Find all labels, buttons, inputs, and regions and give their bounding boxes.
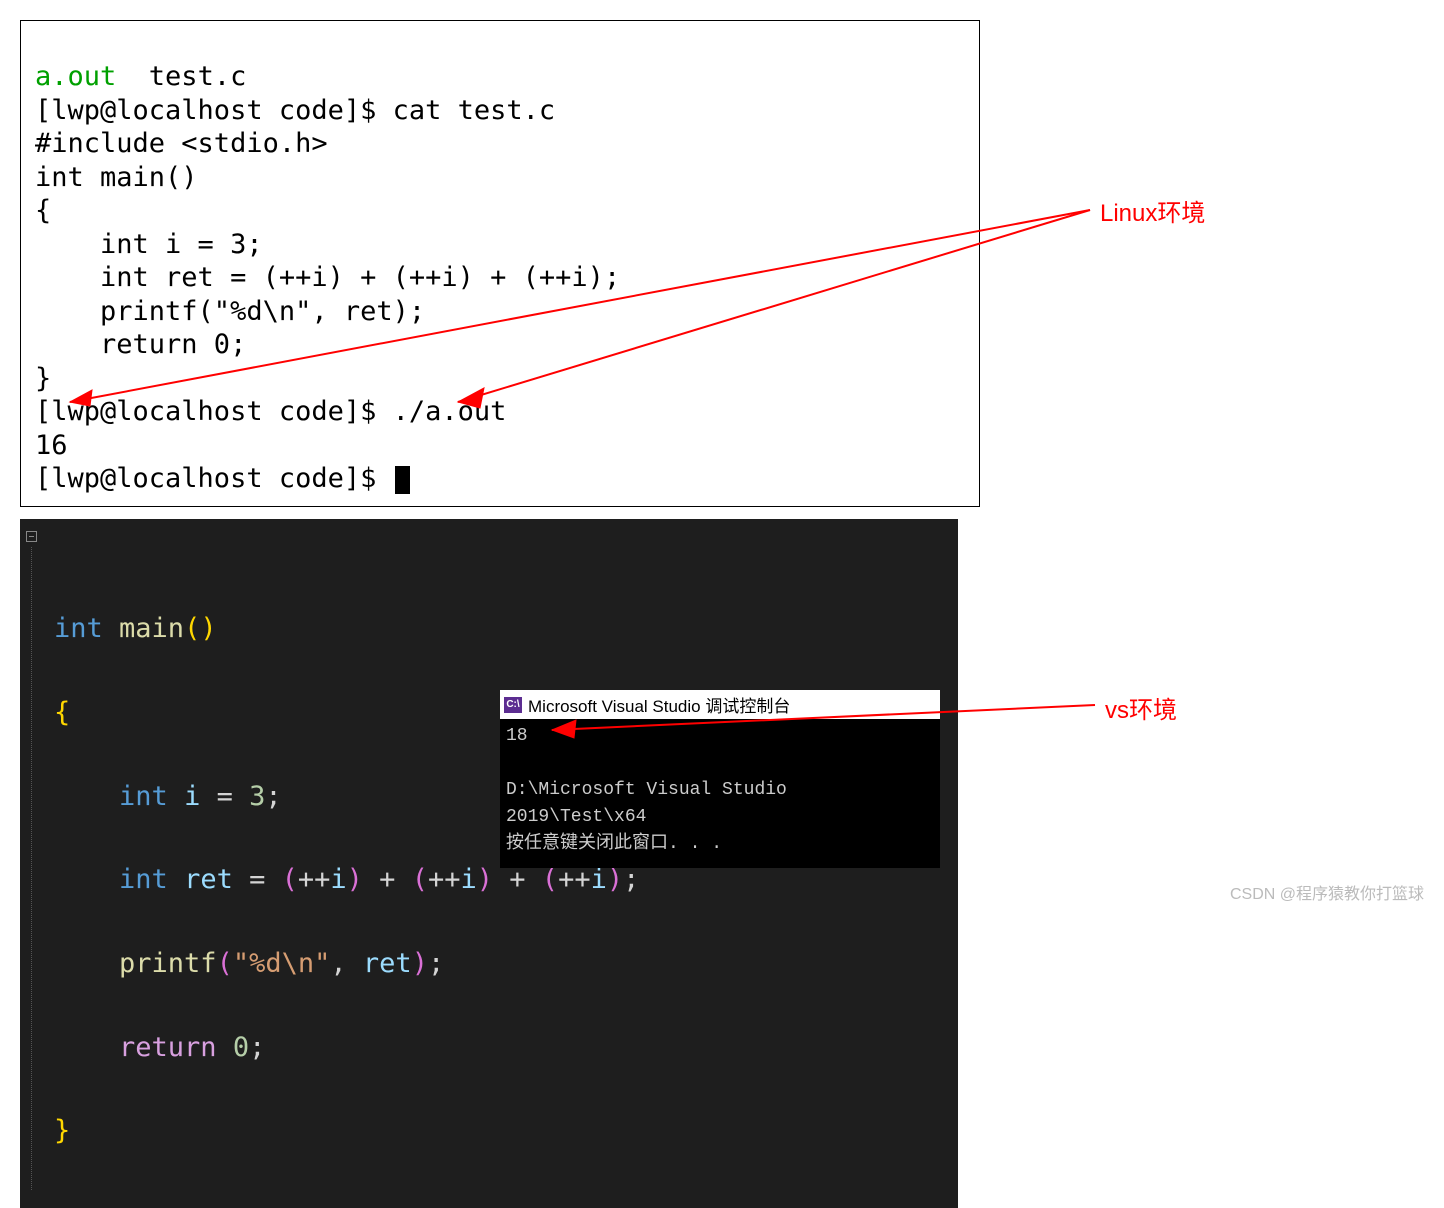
- vs-press-key: 按任意键关闭此窗口. . .: [506, 834, 722, 854]
- linux-terminal: a.out test.c [lwp@localhost code]$ cat t…: [20, 20, 980, 507]
- ide-line-sig: int main(): [20, 608, 958, 650]
- cursor-icon: [395, 466, 410, 494]
- label-linux-env: Linux环境: [1100, 193, 1205, 228]
- label-vs-env: vs环境: [1105, 690, 1177, 725]
- src-decl-i: int i = 3;: [35, 229, 263, 260]
- ls-testc: test.c: [149, 61, 247, 92]
- fold-minus-icon[interactable]: [26, 531, 37, 542]
- vs-console-titlebar: C:\ Microsoft Visual Studio 调试控制台: [500, 690, 940, 719]
- prompt-cat: [lwp@localhost code]$ cat test.c: [35, 95, 555, 126]
- src-return: return 0;: [35, 329, 246, 360]
- src-printf: printf("%d\n", ret);: [35, 296, 425, 327]
- watermark: CSDN @程序猿教你打篮球: [1230, 880, 1424, 904]
- vs-debug-console: C:\ Microsoft Visual Studio 调试控制台 18 D:\…: [500, 690, 940, 868]
- vs-console-body: 18 D:\Microsoft Visual Studio 2019\Test\…: [500, 719, 940, 868]
- prompt-idle: [lwp@localhost code]$: [35, 463, 393, 494]
- src-main: int main(): [35, 162, 198, 193]
- src-decl-ret: int ret = (++i) + (++i) + (++i);: [35, 262, 620, 293]
- src-include: #include <stdio.h>: [35, 128, 328, 159]
- linux-output: 16: [35, 430, 68, 461]
- src-brace-open: {: [35, 195, 51, 226]
- vs-path: D:\Microsoft Visual Studio 2019\Test\x64: [506, 780, 798, 827]
- ls-aout: a.out: [35, 61, 116, 92]
- gutter: [20, 519, 50, 1208]
- fold-line: [31, 547, 32, 1191]
- src-brace-close: }: [35, 363, 51, 394]
- ide-brace-close: }: [20, 1110, 958, 1152]
- vs-console-title: Microsoft Visual Studio 调试控制台: [528, 692, 790, 717]
- prompt-run: [lwp@localhost code]$ ./a.out: [35, 396, 506, 427]
- ide-return: return 0;: [20, 1027, 958, 1069]
- ide-printf: printf("%d\n", ret);: [20, 943, 958, 985]
- vs-icon: C:\: [504, 697, 522, 713]
- vs-output: 18: [506, 726, 528, 746]
